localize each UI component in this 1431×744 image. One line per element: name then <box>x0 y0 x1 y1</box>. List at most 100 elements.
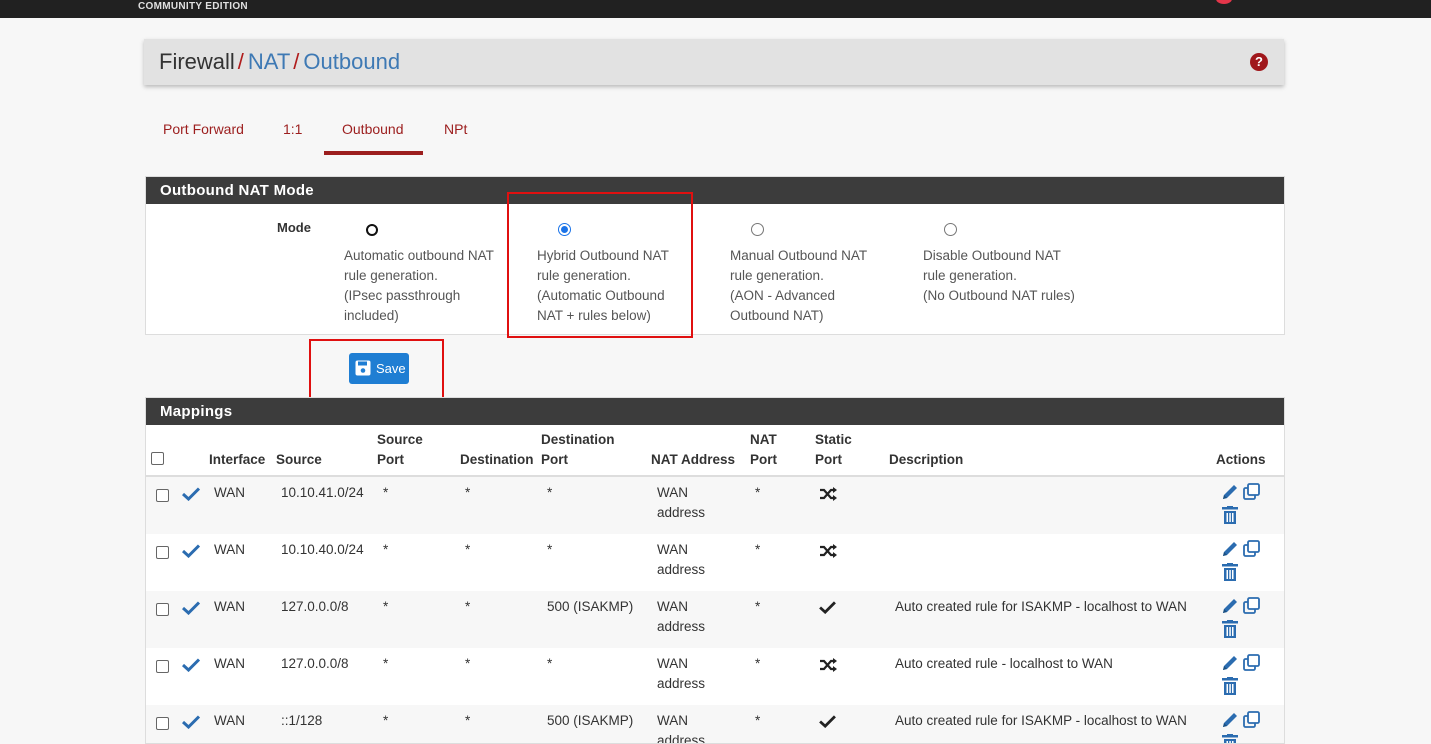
row-checkbox[interactable] <box>156 546 169 559</box>
cell-source-port: * <box>383 599 389 614</box>
row-checkbox[interactable] <box>156 489 169 502</box>
radio-manual[interactable] <box>751 223 764 236</box>
copy-icon[interactable] <box>1243 654 1261 677</box>
radio-disable[interactable] <box>944 223 957 236</box>
cell-destination-port: * <box>547 656 553 671</box>
cell-destination: * <box>465 485 471 500</box>
breadcrumb: Firewall / NAT / Outbound <box>159 49 400 75</box>
delete-trash-icon[interactable] <box>1222 563 1238 586</box>
mappings-panel: Mappings Interface Source Source Port De… <box>145 397 1285 744</box>
copy-icon[interactable] <box>1243 597 1261 620</box>
table-row[interactable]: WAN 127.0.0.0/8 * * 500 (ISAKMP) WAN address *… <box>146 591 1284 649</box>
tab-port-forward[interactable]: Port Forward <box>163 121 244 137</box>
cell-destination: * <box>465 713 471 728</box>
table-row[interactable]: WAN 10.10.41.0/24 * * * WAN address * <box>146 477 1284 535</box>
table-row[interactable]: WAN 127.0.0.0/8 * * * WAN address * Auto create… <box>146 648 1284 706</box>
cell-source: 10.10.41.0/24 <box>281 485 364 500</box>
edit-pencil-icon[interactable] <box>1221 654 1239 677</box>
breadcrumb-firewall: Firewall <box>159 49 235 74</box>
enabled-check-icon[interactable] <box>181 658 201 677</box>
cell-interface: WAN <box>214 485 245 500</box>
cell-source-port: * <box>383 485 389 500</box>
tab-one-to-one[interactable]: 1:1 <box>283 121 302 137</box>
breadcrumb-separator: / <box>237 49 244 74</box>
cell-destination: * <box>465 542 471 557</box>
copy-icon[interactable] <box>1243 483 1261 506</box>
cell-description: Auto created rule for ISAKMP - localhost… <box>895 599 1187 614</box>
cell-nat-port: * <box>755 542 761 557</box>
cell-destination-port: * <box>547 542 553 557</box>
cell-source: 10.10.40.0/24 <box>281 542 364 557</box>
user-indicator-icon[interactable] <box>1216 0 1232 4</box>
option-disable-text: Disable Outbound NAT rule generation. (N… <box>923 248 1075 303</box>
cell-nat-address: WAN address <box>657 485 706 520</box>
breadcrumb-nat[interactable]: NAT <box>248 49 290 74</box>
edit-pencil-icon[interactable] <box>1221 597 1239 620</box>
col-description: Description <box>889 452 964 467</box>
table-row[interactable]: WAN::1/128 * * 500 (ISAKMP) WAN address * Auto… <box>146 705 1284 744</box>
copy-icon[interactable] <box>1243 540 1261 563</box>
cell-nat-port: * <box>755 599 761 614</box>
enabled-check-icon[interactable] <box>181 487 201 506</box>
tab-outbound[interactable]: Outbound <box>342 121 404 137</box>
cell-destination-port: 500 (ISAKMP) <box>547 713 634 728</box>
tab-npt[interactable]: NPt <box>444 121 467 137</box>
cell-nat-address: WAN address <box>657 713 706 744</box>
row-checkbox[interactable] <box>156 603 169 616</box>
highlight-box-hybrid <box>507 192 693 338</box>
panel-title: Mappings <box>146 398 1284 425</box>
shuffle-icon <box>819 544 837 563</box>
delete-trash-icon[interactable] <box>1222 506 1238 529</box>
cell-nat-address: WAN address <box>657 542 706 577</box>
cell-interface: WAN <box>214 713 245 728</box>
cell-nat-port: * <box>755 656 761 671</box>
cell-description: Auto created rule for ISAKMP - localhost… <box>895 713 1187 728</box>
col-interface: Interface <box>209 452 266 467</box>
cell-interface: WAN <box>214 656 245 671</box>
copy-icon[interactable] <box>1243 711 1261 734</box>
cell-source: ::1/128 <box>281 713 323 728</box>
row-checkbox[interactable] <box>156 660 169 673</box>
cell-interface: WAN <box>214 599 245 614</box>
enabled-check-icon[interactable] <box>181 601 201 620</box>
floppy-disk-icon <box>355 360 371 376</box>
cell-destination-port: 500 (ISAKMP) <box>547 599 634 614</box>
cell-source-port: * <box>383 656 389 671</box>
edit-pencil-icon[interactable] <box>1221 540 1239 563</box>
enabled-check-icon[interactable] <box>181 715 201 734</box>
breadcrumb-outbound[interactable]: Outbound <box>303 49 400 74</box>
cell-source-port: * <box>383 542 389 557</box>
delete-trash-icon[interactable] <box>1222 734 1238 743</box>
col-nat-port: NAT Port <box>750 432 777 467</box>
col-actions: Actions <box>1216 452 1266 467</box>
save-label: Save <box>376 361 406 376</box>
shuffle-icon <box>819 658 837 677</box>
help-icon[interactable]: ? <box>1250 53 1268 71</box>
edit-pencil-icon[interactable] <box>1221 483 1239 506</box>
cell-nat-port: * <box>755 713 761 728</box>
col-destination-port: Destination Port <box>541 432 615 467</box>
nat-tabs: Port Forward 1:1 Outbound NPt <box>144 110 544 155</box>
table-row[interactable]: WAN 10.10.40.0/24 * * * WAN address * <box>146 534 1284 592</box>
delete-trash-icon[interactable] <box>1222 620 1238 643</box>
cell-nat-address: WAN address <box>657 599 706 634</box>
check-icon <box>819 601 836 619</box>
col-source-port: Source Port <box>377 432 423 467</box>
col-nat-address: NAT Address <box>651 452 736 467</box>
col-static-port: Static Port <box>815 432 852 467</box>
radio-automatic[interactable] <box>366 224 378 236</box>
save-button[interactable]: Save <box>349 353 409 384</box>
select-all-checkbox[interactable] <box>151 452 164 465</box>
cell-nat-address: WAN address <box>657 656 706 691</box>
active-tab-indicator <box>324 151 423 155</box>
panel-title: Outbound NAT Mode <box>146 177 1284 204</box>
cell-interface: WAN <box>214 542 245 557</box>
enabled-check-icon[interactable] <box>181 544 201 563</box>
delete-trash-icon[interactable] <box>1222 677 1238 700</box>
mode-label: Mode <box>277 220 311 235</box>
cell-source-port: * <box>383 713 389 728</box>
cell-destination: * <box>465 599 471 614</box>
top-navbar: COMMUNITY EDITION <box>0 0 1431 18</box>
row-checkbox[interactable] <box>156 717 169 730</box>
edit-pencil-icon[interactable] <box>1221 711 1239 734</box>
